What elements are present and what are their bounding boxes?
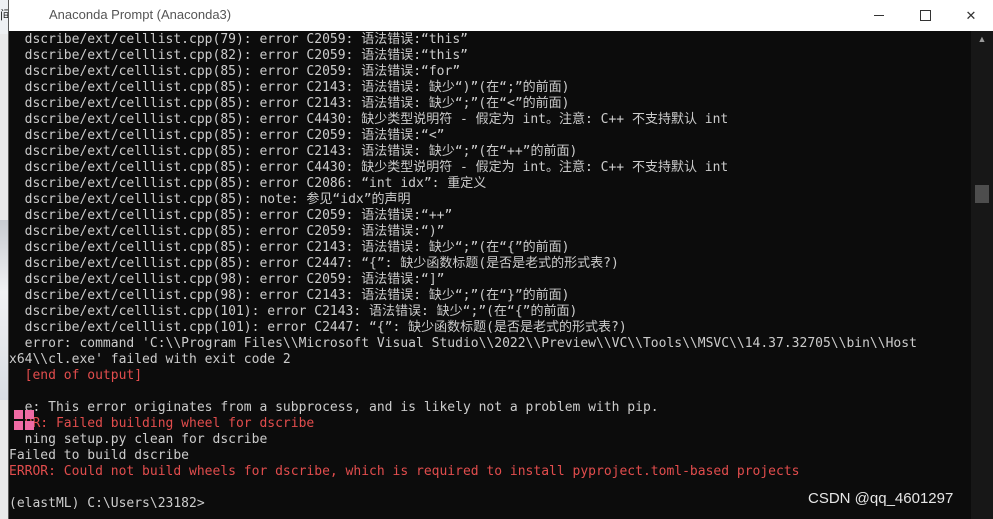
console-line: dscribe/ext/celllist.cpp(101): error C21… [9,304,578,319]
minimize-button[interactable] [856,0,902,31]
console-line: dscribe/ext/celllist.cpp(85): note: 参见“i… [9,192,411,207]
window-title: Anaconda Prompt (Anaconda3) [49,7,232,22]
close-icon: ✕ [965,7,977,23]
console-line: dscribe/ext/celllist.cpp(101): error C24… [9,320,627,335]
console-line: dscribe/ext/celllist.cpp(85): error C205… [9,208,453,223]
console-line: dscribe/ext/celllist.cpp(85): error C244… [9,256,619,271]
console-line: dscribe/ext/celllist.cpp(85): error C443… [9,160,729,175]
windows-logo-icon[interactable] [14,410,36,432]
scroll-up-arrow-icon[interactable]: ▲ [971,31,993,47]
console-line: dscribe/ext/celllist.cpp(85): error C205… [9,224,445,239]
maximize-icon [919,10,931,21]
console-line: [end of output] [9,368,143,383]
console-line: dscribe/ext/celllist.cpp(82): error C205… [9,48,468,63]
console-line: dscribe/ext/celllist.cpp(85): error C443… [9,112,729,127]
scrollbar-thumb[interactable] [975,185,989,203]
console-line: x64\\cl.exe' failed with exit code 2 [9,352,291,367]
console-line: ning setup.py clean for dscribe [9,432,268,447]
console-line: dscribe/ext/celllist.cpp(85): error C214… [9,96,570,111]
close-button[interactable]: ✕ [948,0,993,31]
console-line: dscribe/ext/celllist.cpp(85): error C205… [9,64,461,79]
titlebar[interactable]: Anaconda Prompt (Anaconda3) ✕ [9,0,993,31]
maximize-button[interactable] [902,0,948,31]
console-output[interactable]: dscribe/ext/celllist.cpp(79): error C205… [9,31,969,519]
console-line: Failed to build dscribe [9,448,190,463]
console-line: dscribe/ext/celllist.cpp(85): error C214… [9,144,578,159]
console-lines: dscribe/ext/celllist.cpp(79): error C205… [9,32,917,512]
console-line: dscribe/ext/celllist.cpp(98): error C205… [9,272,445,287]
console-line: dscribe/ext/celllist.cpp(98): error C214… [9,288,570,303]
csdn-watermark: CSDN @qq_4601297 [808,490,954,507]
minimize-icon [874,15,884,16]
console-line: dscribe/ext/celllist.cpp(85): error C205… [9,128,445,143]
console-line: dscribe/ext/celllist.cpp(85): error C214… [9,240,570,255]
console-line: e: This error originates from a subproce… [9,400,659,415]
console-line: dscribe/ext/celllist.cpp(85): error C214… [9,80,570,95]
console-line: dscribe/ext/celllist.cpp(79): error C205… [9,32,468,47]
scrollbar[interactable]: ▲ [971,31,993,519]
console-line: error: command 'C:\\Program Files\\Micro… [9,336,917,351]
console-line: (elastML) C:\Users\23182> [9,496,205,511]
console-line: ERROR: Could not build wheels for dscrib… [9,464,800,479]
console-line: dscribe/ext/celllist.cpp(85): error C208… [9,176,487,191]
console-line: OR: Failed building wheel for dscribe [9,416,315,431]
terminal-window: Anaconda Prompt (Anaconda3) ✕ dscribe/ex… [8,0,993,519]
